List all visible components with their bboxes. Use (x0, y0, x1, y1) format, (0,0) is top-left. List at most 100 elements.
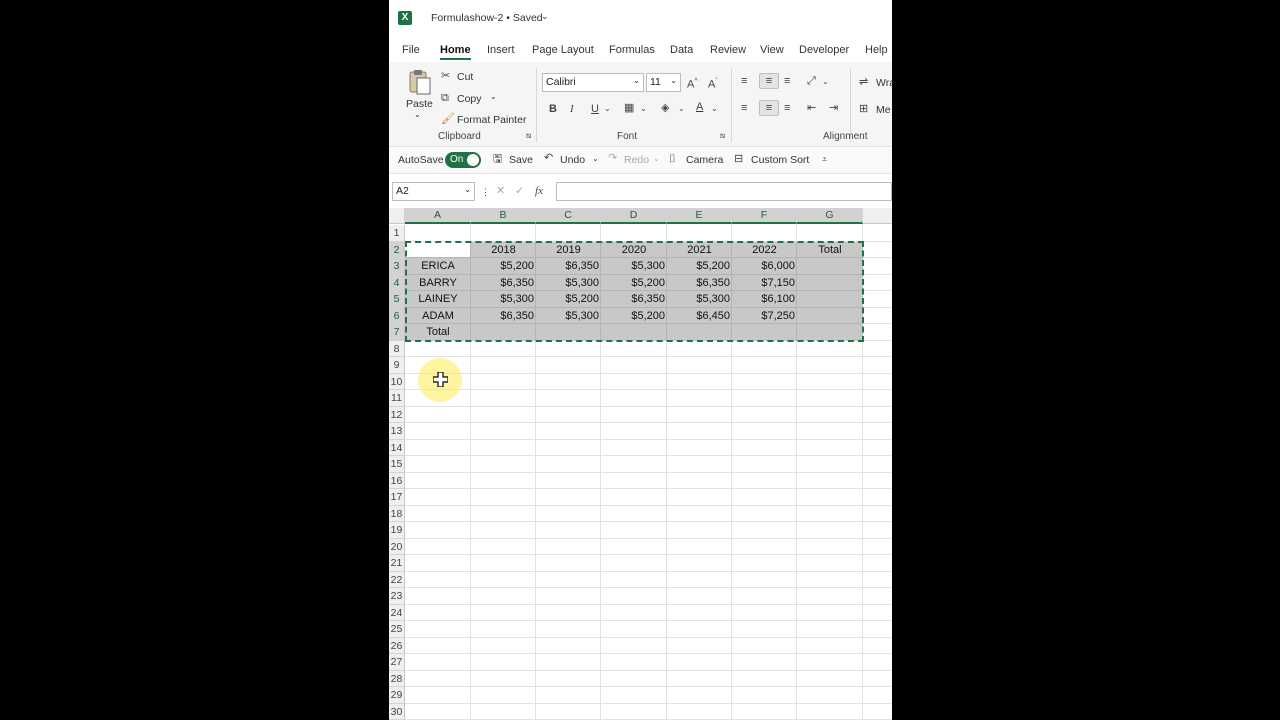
tab-review[interactable]: Review (710, 44, 746, 56)
row-header-16[interactable]: 16 (389, 472, 405, 489)
name-box[interactable]: A2 ⌄ (392, 182, 475, 201)
save-button[interactable]: Save (509, 154, 533, 166)
decrease-font-size-icon[interactable]: Aˇ (708, 75, 718, 92)
row-header-29[interactable]: 29 (389, 687, 405, 704)
chevron-down-icon[interactable]: ⌄ (490, 92, 497, 101)
wrap-text-icon[interactable]: ⇌ (859, 75, 868, 89)
increase-font-size-icon[interactable]: A^ (687, 75, 698, 92)
dialog-launcher-icon[interactable]: ⧅ (526, 131, 531, 141)
custom-sort-icon[interactable]: ⊟ (734, 152, 743, 166)
undo-icon[interactable]: ↶ (544, 151, 553, 165)
row-header-30[interactable]: 30 (389, 703, 405, 720)
align-top-icon[interactable]: ≡ (741, 74, 747, 88)
tab-home[interactable]: Home (440, 44, 471, 60)
tab-formulas[interactable]: Formulas (609, 44, 655, 56)
row-header-12[interactable]: 12 (389, 406, 405, 423)
italic-button[interactable]: I (570, 102, 574, 116)
undo-button[interactable]: Undo (560, 154, 585, 166)
tab-page-layout[interactable]: Page Layout (532, 44, 594, 56)
more-options-icon[interactable]: ⋮ (481, 185, 490, 199)
row-header-15[interactable]: 15 (389, 456, 405, 473)
align-right-icon[interactable]: ≡ (784, 101, 790, 115)
camera-icon[interactable]: ⌷ (669, 152, 676, 166)
chevron-down-icon[interactable]: ⌄ (822, 75, 829, 89)
camera-button[interactable]: Camera (686, 154, 723, 166)
column-header-f[interactable]: F (732, 208, 797, 224)
bold-button[interactable]: B (549, 102, 557, 116)
row-header-23[interactable]: 23 (389, 588, 405, 605)
row-header-27[interactable]: 27 (389, 654, 405, 671)
column-header-c[interactable]: C (536, 208, 601, 224)
column-header-g[interactable]: G (797, 208, 863, 224)
row-header-6[interactable]: 6 (389, 307, 405, 324)
column-header-d[interactable]: D (601, 208, 667, 224)
cut-button[interactable]: Cut (457, 71, 473, 83)
chevron-down-icon[interactable]: ⌄ (541, 11, 549, 22)
column-header-b[interactable]: B (471, 208, 536, 224)
row-header-25[interactable]: 25 (389, 621, 405, 638)
row-header-21[interactable]: 21 (389, 555, 405, 572)
chevron-down-icon[interactable]: ⌄ (592, 152, 599, 166)
fill-color-icon[interactable]: ◈ (661, 101, 669, 115)
row-header-9[interactable]: 9 (389, 357, 405, 374)
row-header-14[interactable]: 14 (389, 439, 405, 456)
merge-icon[interactable]: ⊞ (859, 102, 868, 116)
row-header-3[interactable]: 3 (389, 258, 405, 275)
dialog-launcher-icon[interactable]: ⧅ (720, 131, 725, 141)
row-header-5[interactable]: 5 (389, 291, 405, 308)
column-header-a[interactable]: A (405, 208, 471, 224)
row-header-28[interactable]: 28 (389, 670, 405, 687)
column-header-h[interactable]: H (863, 208, 892, 224)
borders-icon[interactable]: ▦ (624, 101, 634, 115)
align-left-icon[interactable]: ≡ (741, 101, 747, 115)
tab-developer[interactable]: Developer (799, 44, 849, 56)
row-header-22[interactable]: 22 (389, 571, 405, 588)
tab-help[interactable]: Help (865, 44, 888, 56)
tab-data[interactable]: Data (670, 44, 693, 56)
copy-button[interactable]: Copy (457, 93, 482, 105)
row-header-18[interactable]: 18 (389, 505, 405, 522)
chevron-down-icon[interactable]: ⌄ (711, 102, 718, 116)
row-header-4[interactable]: 4 (389, 274, 405, 291)
chevron-down-icon[interactable]: ⌄ (678, 102, 685, 116)
align-center-icon[interactable]: ≡ (759, 100, 779, 116)
row-header-19[interactable]: 19 (389, 522, 405, 539)
row-header-13[interactable]: 13 (389, 423, 405, 440)
autosave-toggle[interactable]: On (445, 152, 481, 168)
font-color-icon[interactable]: A (696, 100, 703, 114)
chevron-down-icon[interactable]: ⌄ (640, 102, 647, 116)
insert-function-button[interactable]: fx (535, 184, 543, 198)
document-title[interactable]: Formulashow-2 • Saved (431, 12, 543, 24)
font-size-select[interactable]: 11 ⌄ (646, 73, 681, 92)
tab-file[interactable]: File (402, 44, 420, 56)
row-header-17[interactable]: 17 (389, 489, 405, 506)
customize-toolbar-icon[interactable]: ⩡ (822, 152, 827, 166)
worksheet-grid[interactable]: ABCDEFGH 1 23 4567891011121314151617181920… (389, 208, 892, 720)
merge-button[interactable]: Me (876, 104, 891, 116)
row-header-8[interactable]: 8 (389, 340, 405, 357)
tab-insert[interactable]: Insert (487, 44, 515, 56)
column-header-e[interactable]: E (667, 208, 732, 224)
row-header-11[interactable]: 11 (389, 390, 405, 407)
save-icon[interactable]: 🖫 (493, 152, 502, 166)
tab-view[interactable]: View (760, 44, 784, 56)
align-bottom-icon[interactable]: ≡ (784, 74, 790, 88)
decrease-indent-icon[interactable]: ⇤ (807, 101, 816, 115)
chevron-down-icon[interactable]: ⌄ (604, 102, 611, 116)
paste-button[interactable]: Paste ⌄ (403, 68, 435, 126)
select-all-corner[interactable] (389, 208, 405, 224)
underline-button[interactable]: U (591, 102, 599, 116)
increase-indent-icon[interactable]: ⇥ (829, 101, 838, 115)
row-header-20[interactable]: 20 (389, 538, 405, 555)
custom-sort-button[interactable]: Custom Sort (751, 154, 809, 166)
formula-input[interactable] (556, 182, 892, 201)
row-header-26[interactable]: 26 (389, 637, 405, 654)
row-header-10[interactable]: 10 (389, 373, 405, 390)
orientation-icon[interactable]: ⤢ (807, 74, 816, 88)
row-header-24[interactable]: 24 (389, 604, 405, 621)
row-header-1[interactable]: 1 (389, 225, 405, 242)
wrap-text-button[interactable]: Wra (876, 77, 892, 89)
align-middle-icon[interactable]: ≡ (759, 73, 779, 89)
row-header-7[interactable]: 7 (389, 324, 405, 341)
format-painter-button[interactable]: Format Painter (457, 114, 526, 126)
